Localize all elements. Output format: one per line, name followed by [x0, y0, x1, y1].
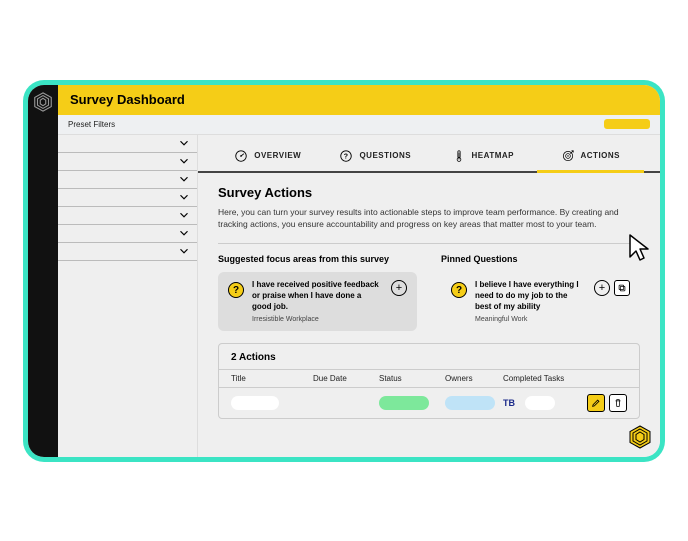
- copy-icon: [617, 283, 627, 293]
- row-owner-pill: [445, 396, 495, 410]
- tabs: OVERVIEW ? QUESTIONS HEATMAP ACTIONS: [198, 135, 660, 173]
- toolbar-action-button[interactable]: [604, 119, 650, 129]
- tab-actions[interactable]: ACTIONS: [537, 143, 645, 171]
- pencil-icon: [591, 398, 601, 408]
- edit-action-button[interactable]: [587, 394, 605, 412]
- filter-row[interactable]: [58, 225, 197, 243]
- col-owners: Owners: [445, 374, 495, 383]
- pinned-column: Pinned Questions ? I believe I have ever…: [441, 254, 640, 331]
- body: OVERVIEW ? QUESTIONS HEATMAP ACTIONS: [58, 135, 660, 457]
- filter-row[interactable]: [58, 243, 197, 261]
- focus-card-question: I have received positive feedback or pra…: [252, 280, 383, 312]
- col-status: Status: [379, 374, 437, 383]
- svg-text:?: ?: [344, 153, 349, 160]
- chevron-down-icon: [177, 136, 191, 150]
- pinned-heading: Pinned Questions: [441, 254, 640, 264]
- tab-overview[interactable]: OVERVIEW: [214, 143, 322, 171]
- pinned-card-text: I believe I have everything I need to do…: [475, 280, 586, 323]
- focus-card-text: I have received positive feedback or pra…: [252, 280, 383, 323]
- question-circle-icon: ?: [339, 149, 353, 163]
- actions-table-title: 2 Actions: [219, 344, 639, 369]
- filter-row[interactable]: [58, 189, 197, 207]
- tab-questions[interactable]: ? QUESTIONS: [322, 143, 430, 171]
- col-title: Title: [231, 374, 305, 383]
- row-title-value: [231, 396, 279, 410]
- tab-label: HEATMAP: [472, 151, 514, 160]
- cards-row: Suggested focus areas from this survey ?…: [198, 244, 660, 337]
- tab-label: OVERVIEW: [254, 151, 301, 160]
- tab-label: ACTIONS: [581, 151, 621, 160]
- focus-column: Suggested focus areas from this survey ?…: [218, 254, 417, 331]
- sub-toolbar: Preset Filters: [58, 115, 660, 135]
- thermometer-icon: [452, 149, 466, 163]
- content: OVERVIEW ? QUESTIONS HEATMAP ACTIONS: [198, 135, 660, 457]
- device-frame: Survey Dashboard Preset Filters OVERVIEW: [24, 81, 664, 461]
- chevron-down-icon: [177, 244, 191, 258]
- section-description: Here, you can turn your survey results i…: [218, 206, 640, 232]
- chevron-down-icon: [177, 190, 191, 204]
- add-pinned-button[interactable]: +: [594, 280, 610, 296]
- filter-row[interactable]: [58, 171, 197, 189]
- app-logo-icon: [32, 91, 54, 113]
- delete-action-button[interactable]: [609, 394, 627, 412]
- main-area: Survey Dashboard Preset Filters OVERVIEW: [58, 85, 660, 457]
- filter-row[interactable]: [58, 153, 197, 171]
- col-due: Due Date: [313, 374, 371, 383]
- chevron-down-icon: [177, 154, 191, 168]
- add-focus-button[interactable]: +: [391, 280, 407, 296]
- row-owners-initials: TB: [503, 398, 515, 408]
- section-title: Survey Actions: [218, 185, 640, 200]
- corner-logo-icon: [628, 425, 652, 449]
- preset-filters-label: Preset Filters: [68, 120, 115, 129]
- copy-pinned-button[interactable]: [614, 280, 630, 296]
- table-row[interactable]: TB: [219, 388, 639, 418]
- gauge-icon: [234, 149, 248, 163]
- question-icon: ?: [228, 282, 244, 298]
- focus-heading: Suggested focus areas from this survey: [218, 254, 417, 264]
- trash-icon: [613, 398, 623, 408]
- filters-sidebar: [58, 135, 198, 457]
- chevron-down-icon: [177, 226, 191, 240]
- target-icon: [561, 149, 575, 163]
- page-title: Survey Dashboard: [70, 92, 185, 107]
- focus-card: ? I have received positive feedback or p…: [218, 272, 417, 331]
- pinned-card-category: Meaningful Work: [475, 316, 586, 323]
- actions-table: 2 Actions Title Due Date Status Owners C…: [218, 343, 640, 419]
- section-intro: Survey Actions Here, you can turn your s…: [198, 173, 660, 240]
- chevron-down-icon: [177, 172, 191, 186]
- row-status-pill: [379, 396, 429, 410]
- col-completed: Completed Tasks: [503, 374, 627, 383]
- focus-card-category: Irresistible Workplace: [252, 316, 383, 323]
- titlebar: Survey Dashboard: [58, 85, 660, 115]
- screen: Survey Dashboard Preset Filters OVERVIEW: [28, 85, 660, 457]
- tab-label: QUESTIONS: [359, 151, 411, 160]
- pinned-card: ? I believe I have everything I need to …: [441, 272, 640, 331]
- left-rail: [28, 85, 58, 457]
- question-icon: ?: [451, 282, 467, 298]
- pinned-card-question: I believe I have everything I need to do…: [475, 280, 586, 312]
- tab-heatmap[interactable]: HEATMAP: [429, 143, 537, 171]
- table-header: Title Due Date Status Owners Completed T…: [219, 369, 639, 388]
- chevron-down-icon: [177, 208, 191, 222]
- filter-row[interactable]: [58, 135, 197, 153]
- filter-row[interactable]: [58, 207, 197, 225]
- row-completed-value: [525, 396, 555, 410]
